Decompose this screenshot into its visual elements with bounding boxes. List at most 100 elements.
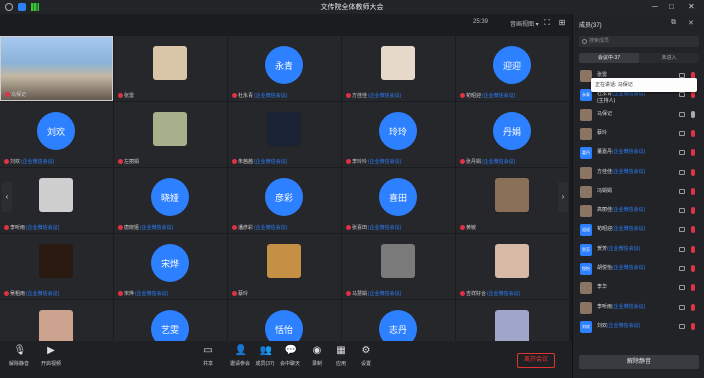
leave-meeting-button[interactable]: 离开会议 bbox=[517, 353, 555, 368]
participant-tile[interactable]: 李听雨 (企业微信会议) bbox=[0, 168, 113, 233]
mic-icon[interactable] bbox=[691, 265, 695, 272]
participant-tile[interactable]: 蔡玲 bbox=[228, 234, 341, 299]
camera-icon[interactable] bbox=[679, 285, 685, 291]
mic-muted-icon bbox=[118, 291, 123, 296]
member-row[interactable]: 李听雨(企业微信会议) bbox=[573, 299, 704, 317]
participant-tile[interactable]: 迎迎 荀昭迎 (企业微信会议) bbox=[456, 36, 569, 101]
close-icon[interactable]: ✕ bbox=[688, 2, 695, 11]
participant-source: (企业微信会议) bbox=[135, 291, 169, 297]
member-source: (企业微信会议) bbox=[607, 322, 641, 329]
mic-icon[interactable] bbox=[691, 91, 695, 99]
participant-tile[interactable]: 张雷 bbox=[114, 36, 227, 101]
member-row[interactable]: 冯娟娟 bbox=[573, 183, 704, 201]
mic-icon[interactable] bbox=[691, 168, 695, 176]
camera-icon[interactable] bbox=[679, 323, 685, 329]
next-page-button[interactable]: › bbox=[558, 182, 568, 212]
camera-icon[interactable] bbox=[679, 246, 685, 252]
video-grid: 马保记 张雷 永青 杜永青 (企业微信会议) 方佳佳 (企业微信会议) 迎迎 荀昭迎 (企业微信会… bbox=[0, 35, 572, 365]
member-row[interactable]: 嘉丹 董嘉丹(企业微信会议) bbox=[573, 144, 704, 162]
mic-icon[interactable] bbox=[691, 129, 695, 137]
mic-icon[interactable] bbox=[691, 187, 695, 195]
camera-icon[interactable] bbox=[679, 227, 685, 233]
participant-tile[interactable]: 永青 杜永青 (企业微信会议) bbox=[228, 36, 341, 101]
member-row[interactable]: 悦怡 胡悦怡(企业微信会议) bbox=[573, 260, 704, 278]
search-input[interactable]: 搜索成员 bbox=[579, 36, 699, 47]
prev-page-button[interactable]: ‹ bbox=[2, 182, 12, 212]
popout-icon[interactable]: ⧉ bbox=[671, 19, 676, 27]
member-row[interactable]: 蔡玲 bbox=[573, 125, 704, 143]
camera-icon[interactable] bbox=[679, 130, 685, 136]
camera-icon[interactable] bbox=[679, 150, 685, 156]
camera-icon[interactable] bbox=[679, 304, 685, 310]
avatar bbox=[39, 178, 73, 212]
settings-button[interactable]: ⚙ 设置 bbox=[351, 345, 381, 367]
camera-icon[interactable] bbox=[679, 266, 685, 271]
participant-source: (企业微信会议) bbox=[26, 225, 60, 231]
tab-in-meeting[interactable]: 会议中·37 bbox=[579, 53, 639, 63]
member-row[interactable]: 迎迎 荀昭迎(企业微信会议) bbox=[573, 221, 704, 239]
camera-icon[interactable] bbox=[679, 188, 685, 194]
participant-tile[interactable]: 玲玲 李玲玲 (企业微信会议) bbox=[342, 102, 455, 167]
participant-name-text: 唐晓娅 bbox=[124, 225, 140, 231]
camera-icon[interactable] bbox=[679, 208, 685, 214]
mute-button[interactable]: 🎙 解除静音 bbox=[4, 345, 34, 367]
participant-tile[interactable]: 晓娅 唐晓娅 (企业微信会议) bbox=[114, 168, 227, 233]
mic-icon[interactable] bbox=[691, 284, 695, 292]
participant-name: 吉祥好合 (企业微信会议) bbox=[460, 290, 520, 297]
avatar bbox=[381, 244, 415, 278]
mic-icon[interactable] bbox=[691, 245, 695, 253]
participant-tile[interactable]: 丹娟 张丹娟 (企业微信会议) bbox=[456, 102, 569, 167]
participant-tile[interactable]: 吉祥好合 (企业微信会议) bbox=[456, 234, 569, 299]
participant-tile[interactable]: 马慧娟 (企业微信会议) bbox=[342, 234, 455, 299]
mic-icon[interactable] bbox=[691, 110, 695, 118]
member-row[interactable]: 刘欢 刘欢(企业微信会议) bbox=[573, 318, 704, 336]
participant-name: 张丹娟 (企业微信会议) bbox=[460, 158, 515, 165]
speaking-tooltip: 正在讲话: 马保记 bbox=[591, 78, 697, 92]
participant-tile[interactable]: 黄敏 bbox=[456, 168, 569, 233]
participant-name: 李玲玲 (企业微信会议) bbox=[346, 158, 401, 165]
mic-muted-icon bbox=[232, 159, 237, 164]
participant-tile[interactable]: 马保记 bbox=[0, 36, 113, 101]
member-row[interactable]: 高丽佳(企业微信会议) bbox=[573, 202, 704, 220]
member-row[interactable]: 马保记 bbox=[573, 106, 704, 124]
participant-tile[interactable]: 方佳佳 (企业微信会议) bbox=[342, 36, 455, 101]
participant-tile[interactable]: 刘欢 刘欢 (企业微信会议) bbox=[0, 102, 113, 167]
layout-icon[interactable]: ⊞ bbox=[557, 18, 567, 28]
participant-tile[interactable]: 喜田 张喜田 (企业微信会议) bbox=[342, 168, 455, 233]
mic-icon[interactable] bbox=[691, 303, 695, 311]
participant-tile[interactable]: 吴粗雨 (企业微信会议) bbox=[0, 234, 113, 299]
record-icon: ◉ bbox=[312, 345, 322, 356]
participant-name: 张雷 bbox=[118, 92, 134, 99]
mic-icon[interactable] bbox=[691, 322, 695, 330]
unmute-all-button[interactable]: 解除静音 bbox=[579, 355, 699, 369]
close-panel-icon[interactable]: ✕ bbox=[688, 19, 694, 27]
tab-not-joined[interactable]: 未进入 bbox=[639, 53, 699, 63]
participant-name-text: 张丹娟 bbox=[466, 159, 482, 165]
participant-name-text: 马保记 bbox=[11, 92, 27, 98]
mic-icon[interactable] bbox=[691, 226, 695, 234]
minimize-icon[interactable]: ─ bbox=[652, 2, 658, 11]
mic-icon[interactable] bbox=[691, 149, 695, 157]
participant-name-text: 蔡玲 bbox=[238, 291, 249, 297]
member-name: 贺芳(企业微信会议) bbox=[597, 245, 640, 252]
camera-icon[interactable] bbox=[679, 92, 685, 98]
video-button[interactable]: ▶ 开启视频 bbox=[36, 345, 66, 367]
member-row[interactable]: 李华 bbox=[573, 279, 704, 297]
view-mode-select[interactable]: 音画视图 ▾ bbox=[510, 19, 539, 28]
mic-muted-icon bbox=[5, 92, 10, 97]
camera-icon[interactable] bbox=[679, 111, 685, 117]
mic-muted-icon bbox=[346, 159, 351, 164]
participant-name-text: 潘彦彩 bbox=[238, 225, 254, 231]
share-button[interactable]: ▭ 共享 bbox=[193, 345, 223, 367]
participant-tile[interactable]: 宋烨 宋烨 (企业微信会议) bbox=[114, 234, 227, 299]
fullscreen-icon[interactable]: ⛶ bbox=[542, 18, 552, 28]
member-row[interactable]: 贺芳 贺芳(企业微信会议) bbox=[573, 241, 704, 259]
chat-button[interactable]: 💬 会中聊天 bbox=[275, 345, 305, 367]
mic-icon[interactable] bbox=[691, 207, 695, 215]
maximize-icon[interactable]: □ bbox=[669, 2, 674, 11]
participant-tile[interactable]: 左丽娟 bbox=[114, 102, 227, 167]
camera-icon[interactable] bbox=[679, 169, 685, 175]
participant-tile[interactable]: 彦彩 潘彦彩 (企业微信会议) bbox=[228, 168, 341, 233]
member-row[interactable]: 方佳佳(企业微信会议) bbox=[573, 164, 704, 182]
participant-tile[interactable]: 朱茜茜 (企业微信会议) bbox=[228, 102, 341, 167]
